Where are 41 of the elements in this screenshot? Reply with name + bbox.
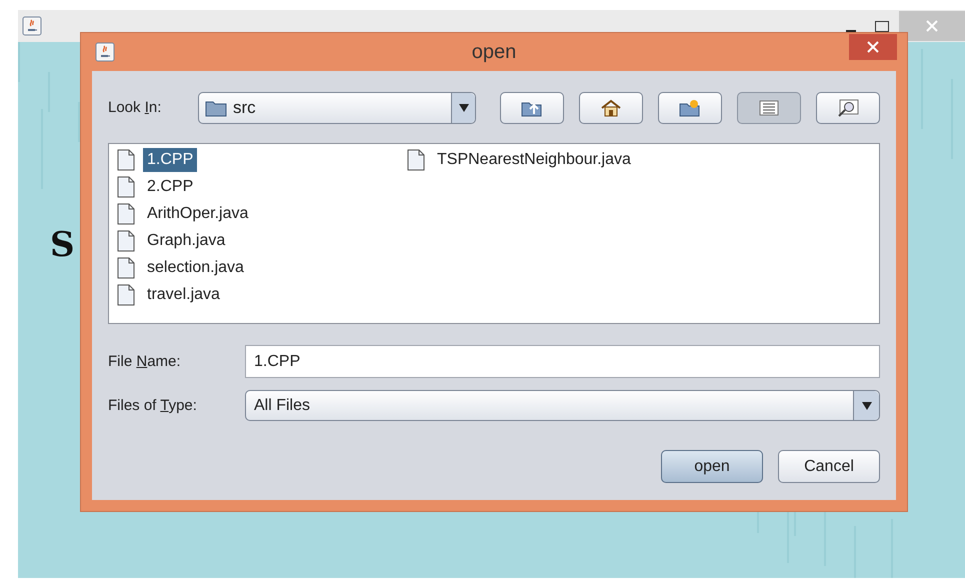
file-type-dropdown[interactable]: All Files [245,390,880,421]
file-icon [407,148,425,170]
toolbar-button[interactable] [737,92,801,124]
toolbar-button[interactable] [816,92,880,124]
file-icon [117,148,135,170]
folder-star-icon [679,99,701,117]
java-cup-icon [95,42,115,62]
file-item[interactable]: Graph.java [109,227,399,254]
file-item[interactable]: ArithOper.java [109,200,399,227]
look-in-dropdown[interactable]: src [198,92,476,124]
look-in-label: Look In: [108,99,162,116]
file-icon [117,176,135,198]
close-button[interactable] [849,34,897,60]
file-icon [117,284,135,306]
file-icon [117,256,135,278]
close-icon [926,20,938,32]
toolbar-button[interactable] [658,92,722,124]
folder-icon [205,99,227,117]
file-type-label: Files of Type: [108,396,197,414]
file-icon [117,202,135,224]
dialog-button[interactable]: Cancel [778,450,880,483]
magnifier-icon [837,99,859,117]
list-view-icon [759,100,779,116]
close-icon [867,41,879,53]
dropdown-caret-icon [862,402,872,410]
file-name-field[interactable]: 1.CPP [245,345,880,378]
dialog-title: open [472,40,516,65]
file-item[interactable]: travel.java [109,281,399,308]
home-icon [600,99,622,117]
toolbar-button[interactable] [579,92,643,124]
background-letter: S [50,224,75,267]
dropdown-caret-icon [458,104,468,112]
file-name-label: File Name: [108,352,181,370]
java-cup-icon [22,16,42,36]
file-item[interactable]: 2.CPP [109,173,399,200]
file-item[interactable]: selection.java [109,254,399,281]
file-item[interactable]: 1.CPP [109,146,399,173]
file-item[interactable]: TSPNearestNeighbour.java [399,146,643,173]
toolbar-button[interactable] [500,92,564,124]
file-icon [117,230,135,252]
dialog-button[interactable]: open [661,450,763,483]
